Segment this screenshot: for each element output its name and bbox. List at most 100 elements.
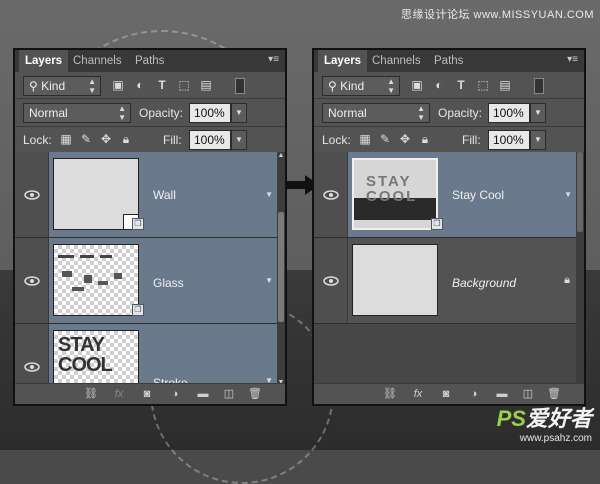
visibility-toggle[interactable] (314, 238, 348, 323)
eye-icon (323, 190, 339, 200)
opacity-input[interactable]: 100% (189, 103, 231, 123)
lock-position-icon[interactable]: ✥ (398, 132, 412, 146)
layer-name: Glass (153, 276, 184, 290)
kind-label: Kind (41, 79, 66, 93)
tab-channels[interactable]: Channels (67, 50, 128, 72)
fill-dropdown-icon[interactable]: ▼ (231, 130, 247, 150)
panel-tabs: Layers Channels Paths ▾≡ (15, 50, 285, 72)
filter-toggle-icon[interactable] (235, 78, 245, 94)
adjustment-icon[interactable]: ◑ (167, 387, 183, 401)
eye-icon (24, 190, 40, 200)
type-filter-icon[interactable]: T (454, 78, 468, 92)
scroll-thumb[interactable] (577, 152, 583, 232)
scroll-thumb[interactable] (278, 212, 284, 322)
filter-row: ⚲ Kind ▲ ▼ ▣ ◐ T ⬚ ▤ (15, 73, 285, 99)
layers-scrollbar[interactable] (576, 152, 584, 386)
kind-filter-select[interactable]: ⚲ Kind ▲ ▼ (322, 76, 400, 96)
kind-filter-select[interactable]: ⚲ Kind ▲ ▼ (23, 76, 101, 96)
layer-thumbnail (53, 244, 139, 316)
shape-filter-icon[interactable]: ⬚ (177, 78, 191, 92)
blend-row: Normal ▲ ▼ Opacity: 100% ▼ (314, 100, 584, 126)
layers-panel-before: Layers Channels Paths ▾≡ ⚲ Kind ▲ ▼ ▣ ◐ T… (13, 48, 287, 406)
adjustment-icon[interactable]: ◑ (466, 387, 482, 401)
watermark-top: 思缘设计论坛 www.MISSYUAN.COM (400, 9, 594, 21)
layer-row-background[interactable]: Background 🔒︎ (314, 238, 584, 324)
layers-scrollbar[interactable]: ▲ ▼ (277, 152, 285, 386)
fill-label: Fill: (462, 133, 481, 147)
opacity-dropdown-icon[interactable]: ▼ (530, 103, 546, 123)
layers-panel-after: Layers Channels Paths ▾≡ ⚲ Kind ▲ ▼ ▣ ◐ T… (312, 48, 586, 406)
scroll-up-icon[interactable]: ▲ (277, 152, 285, 159)
visibility-toggle[interactable] (15, 152, 49, 237)
blend-mode-select[interactable]: Normal ▲ ▼ (23, 103, 131, 123)
tab-channels[interactable]: Channels (366, 50, 427, 72)
tab-paths[interactable]: Paths (129, 50, 170, 72)
opacity-input[interactable]: 100% (488, 103, 530, 123)
mask-icon[interactable]: ◙ (139, 387, 155, 401)
tab-layers[interactable]: Layers (318, 50, 368, 72)
lock-transparent-icon[interactable]: ▦ (358, 132, 372, 146)
tab-paths[interactable]: Paths (428, 50, 469, 72)
layer-thumbnail (53, 158, 139, 230)
visibility-toggle[interactable] (15, 238, 49, 323)
fill-input[interactable]: 100% (488, 130, 530, 150)
chevron-updown-icon: ▲ ▼ (118, 104, 126, 122)
layer-row-wall[interactable]: ❒ Wall ▼ (15, 152, 277, 238)
panel-tabs: Layers Channels Paths ▾≡ (314, 50, 584, 72)
lock-label: Lock: (322, 133, 351, 147)
thumbnail-text: STAY COOL (58, 334, 113, 376)
visibility-toggle[interactable] (314, 152, 348, 237)
new-layer-icon[interactable]: ◫ (520, 387, 536, 401)
layer-options-arrow-icon[interactable]: ▼ (265, 190, 273, 199)
link-icon[interactable]: ⛓ (382, 387, 398, 401)
layer-name: Wall (153, 188, 176, 202)
fill-input[interactable]: 100% (189, 130, 231, 150)
folder-icon[interactable]: ▬ (494, 387, 510, 401)
panel-menu-icon[interactable]: ▾≡ (567, 54, 578, 65)
adjustment-filter-icon[interactable]: ◐ (133, 78, 147, 92)
lock-all-icon[interactable]: 🔒︎ (119, 132, 133, 146)
opacity-label: Opacity: (438, 106, 483, 120)
layer-row-stroke[interactable]: STAY COOL Stroke ▼ (15, 324, 277, 386)
smart-object-icon: ❒ (431, 218, 443, 230)
layer-options-arrow-icon[interactable]: ▼ (265, 276, 273, 285)
new-layer-icon[interactable]: ◫ (221, 387, 237, 401)
opacity-label: Opacity: (139, 106, 184, 120)
tab-layers[interactable]: Layers (19, 50, 69, 72)
lock-position-icon[interactable]: ✥ (99, 132, 113, 146)
layers-list: ❒ Wall ▼ ❒ Glass ▼ STAY COOL Stroke ▼ (15, 152, 285, 386)
image-filter-icon[interactable]: ▣ (111, 78, 125, 92)
lock-paint-icon[interactable]: ✎ (378, 132, 392, 146)
folder-icon[interactable]: ▬ (195, 387, 211, 401)
fill-dropdown-icon[interactable]: ▼ (530, 130, 546, 150)
layer-row-stay-cool[interactable]: STAY COOL ❒ Stay Cool ▼ (314, 152, 576, 238)
type-filter-icon[interactable]: T (155, 78, 169, 92)
fx-icon[interactable]: fx (410, 387, 426, 401)
visibility-toggle[interactable] (15, 324, 49, 386)
trash-icon[interactable]: 🗑︎ (247, 387, 263, 401)
lock-label: Lock: (23, 133, 52, 147)
mask-icon[interactable]: ◙ (438, 387, 454, 401)
smart-object-filter-icon[interactable]: ▤ (199, 78, 213, 92)
eye-icon (24, 276, 40, 286)
trash-icon[interactable]: 🗑︎ (546, 387, 562, 401)
fx-icon[interactable]: fx (111, 387, 127, 401)
lock-all-icon[interactable]: 🔒︎ (418, 132, 432, 146)
panel-menu-icon[interactable]: ▾≡ (268, 54, 279, 65)
chevron-updown-icon: ▲ ▼ (417, 104, 425, 122)
filter-toggle-icon[interactable] (534, 78, 544, 94)
shape-filter-icon[interactable]: ⬚ (476, 78, 490, 92)
lock-paint-icon[interactable]: ✎ (79, 132, 93, 146)
panel-footer: ⛓ fx ◙ ◑ ▬ ◫ 🗑︎ (15, 383, 285, 404)
layer-row-glass[interactable]: ❒ Glass ▼ (15, 238, 277, 324)
opacity-dropdown-icon[interactable]: ▼ (231, 103, 247, 123)
smart-object-filter-icon[interactable]: ▤ (498, 78, 512, 92)
adjustment-filter-icon[interactable]: ◐ (432, 78, 446, 92)
link-icon[interactable]: ⛓ (83, 387, 99, 401)
layer-options-arrow-icon[interactable]: ▼ (564, 190, 572, 199)
lock-transparent-icon[interactable]: ▦ (59, 132, 73, 146)
image-filter-icon[interactable]: ▣ (410, 78, 424, 92)
smart-object-icon: ❒ (132, 304, 144, 316)
blend-mode-select[interactable]: Normal ▲ ▼ (322, 103, 430, 123)
fill-label: Fill: (163, 133, 182, 147)
